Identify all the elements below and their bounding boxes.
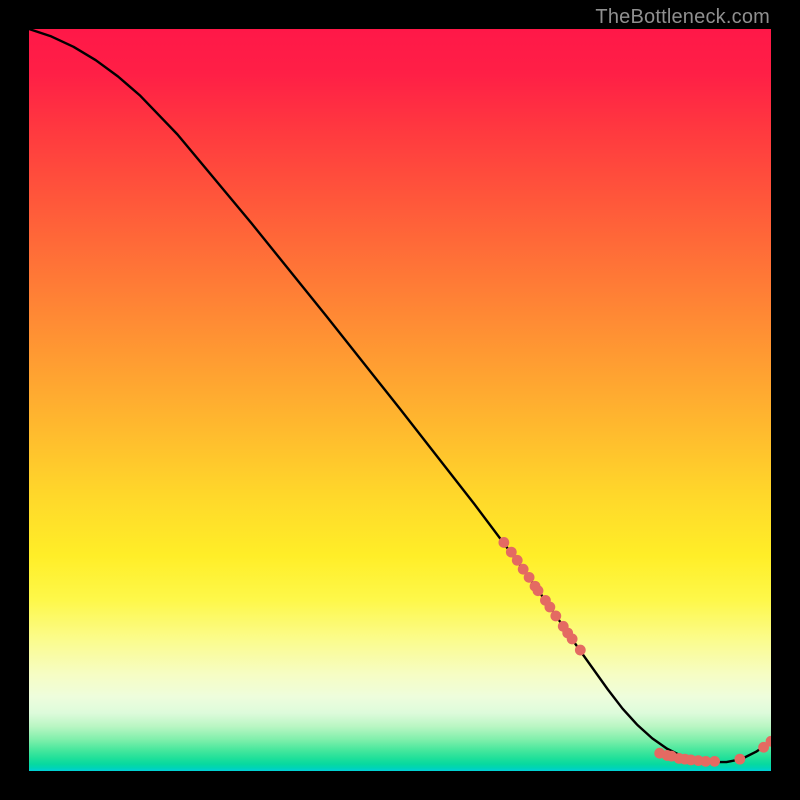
plot-area bbox=[29, 29, 771, 771]
heat-gradient-background bbox=[29, 29, 771, 771]
chart-stage: TheBottleneck.com bbox=[0, 0, 800, 800]
watermark-text: TheBottleneck.com bbox=[595, 6, 770, 29]
